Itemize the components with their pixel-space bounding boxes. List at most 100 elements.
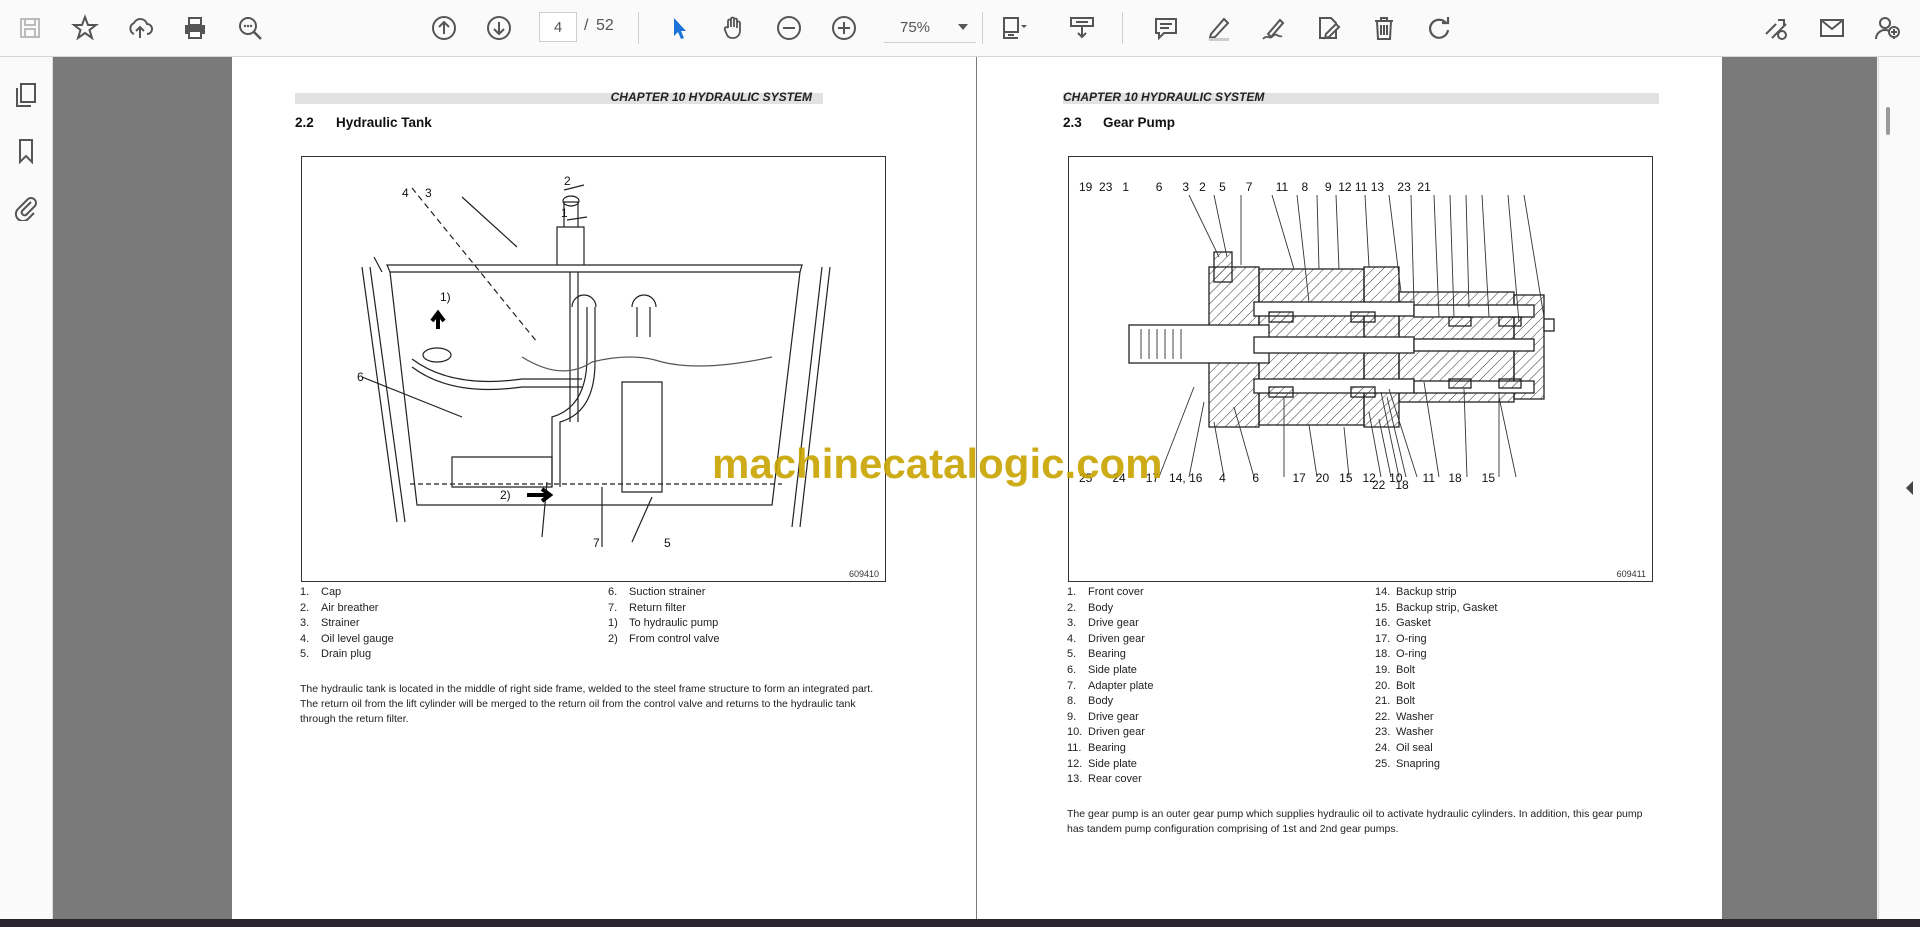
- draw-sign-icon[interactable]: [1256, 10, 1292, 46]
- legend-item: 13. Rear cover: [1067, 773, 1142, 786]
- legend-item: 7. Adapter plate: [1067, 679, 1154, 692]
- legend-item: 5. Drain plug: [300, 648, 372, 661]
- zoom-value: 75%: [900, 19, 931, 36]
- description-paragraph: The hydraulic tank is located in the mid…: [300, 683, 874, 725]
- legend-item: 18. O-ring: [1375, 648, 1427, 661]
- select-cursor-icon[interactable]: [661, 10, 697, 46]
- legend-item: 9. Drive gear: [1067, 710, 1139, 723]
- total-pages: 52: [596, 17, 614, 34]
- search-zoom-icon[interactable]: [232, 10, 268, 46]
- legend-item: 6. Suction strainer: [608, 586, 706, 598]
- legend-item: 1. Front cover: [1067, 586, 1144, 598]
- gear-pump-diagram: 19 23 1 6 3 2 5 7 11 8 9 12 11 13 23 21 …: [1079, 180, 1555, 492]
- toolbar-divider: [638, 12, 639, 44]
- expand-right-panel-icon[interactable]: [1906, 481, 1913, 495]
- callout-3: 3: [425, 186, 432, 200]
- highlight-pen-icon[interactable]: [1201, 10, 1237, 46]
- legend-item: 21. Bolt: [1375, 695, 1415, 708]
- legend-item: 2. Body: [1067, 601, 1114, 614]
- callout-1-paren: 1): [440, 290, 451, 304]
- toolbar: 4 / 52 75%: [0, 0, 1920, 57]
- legend-item: 2. Air breather: [300, 601, 379, 614]
- legend-item: 3. Strainer: [300, 617, 360, 630]
- legend-item: 12. Side plate: [1067, 757, 1137, 770]
- delete-trash-icon[interactable]: [1366, 10, 1402, 46]
- chevron-down-icon: [958, 24, 968, 30]
- callout-4: 4: [402, 186, 409, 200]
- bottom-taskbar-edge: [0, 919, 1920, 927]
- add-user-icon[interactable]: [1869, 10, 1905, 46]
- legend-item: 1) To hydraulic pump: [608, 617, 719, 630]
- bottom-callouts-low: 22 18: [1372, 478, 1409, 492]
- top-callouts: 19 23 1 6 3 2 5 7 11 8 9 12 11 13 23 21: [1079, 180, 1431, 194]
- share-link-icon[interactable]: [1758, 10, 1794, 46]
- next-page-icon[interactable]: [481, 10, 517, 46]
- legend-item: 3. Drive gear: [1067, 617, 1139, 630]
- legend-item: 14. Backup strip: [1375, 586, 1457, 598]
- scrollbar-thumb[interactable]: [1886, 107, 1890, 135]
- right-side-panel: [1878, 57, 1920, 919]
- legend-item: 10. Driven gear: [1067, 726, 1145, 739]
- hydraulic-tank-figure: 2 1 3 4 6 7 5 1) 2) 609410: [301, 156, 886, 582]
- callout-7: 7: [593, 536, 600, 550]
- chapter-header: CHAPTER 10 HYDRAULIC SYSTEM: [610, 90, 812, 104]
- star-bookmark-icon[interactable]: [67, 10, 103, 46]
- watermark: machinecatalogic.com: [712, 440, 1163, 487]
- comment-icon[interactable]: [1148, 10, 1184, 46]
- section-title: Hydraulic Tank: [336, 115, 432, 130]
- edit-document-icon[interactable]: [1310, 10, 1346, 46]
- zoom-in-icon[interactable]: [826, 10, 862, 46]
- callout-6: 6: [357, 370, 364, 384]
- print-icon[interactable]: [177, 10, 213, 46]
- hydraulic-tank-diagram: 2 1 3 4 6 7 5 1) 2): [357, 174, 831, 550]
- legend-item: 1. Cap: [300, 586, 342, 598]
- page-thumbnails-icon[interactable]: [8, 77, 44, 113]
- callout-1: 1: [561, 206, 568, 220]
- legend-item: 16. Gasket: [1375, 617, 1431, 630]
- pdf-page-left: CHAPTER 10 HYDRAULIC SYSTEM 2.2 Hydrauli…: [232, 57, 976, 919]
- zoom-out-icon[interactable]: [771, 10, 807, 46]
- legend-item: 4. Driven gear: [1067, 632, 1145, 645]
- legend-column-1: 1. Front cover 2. Body 3. Drive gear 4. Driv…: [1067, 585, 1153, 788]
- description-paragraph: The gear pump is an outer gear pump whic…: [1067, 808, 1643, 835]
- hand-tool-icon[interactable]: [716, 10, 752, 46]
- toolbar-divider: [1122, 12, 1123, 44]
- section-number: 2.2: [295, 115, 314, 130]
- callout-2-paren: 2): [500, 488, 511, 502]
- scroll-mode-icon[interactable]: [1064, 10, 1100, 46]
- legend-item: 20. Bolt: [1375, 679, 1415, 692]
- legend-column-2: 6. Suction strainer 7. Return filter 1) To …: [608, 585, 719, 647]
- legend-item: 23. Washer: [1375, 726, 1434, 739]
- legend-column-1: 1. Cap 2. Air breather 3. Strainer 4. Oil le…: [300, 585, 394, 663]
- page-number-input[interactable]: 4: [539, 12, 577, 42]
- legend-column-2: 14. Backup strip 15. Backup strip, Gasket …: [1375, 585, 1498, 772]
- callout-2: 2: [564, 174, 571, 188]
- legend-item: 24. Oil seal: [1375, 741, 1433, 754]
- toolbar-divider: [982, 12, 983, 44]
- zoom-select[interactable]: 75%: [884, 12, 976, 43]
- legend-item: 6. Side plate: [1067, 663, 1137, 676]
- legend-item: 2) From control valve: [608, 632, 720, 645]
- left-side-panel: [0, 57, 53, 919]
- legend-item: 22. Washer: [1375, 710, 1434, 723]
- fit-page-icon[interactable]: [995, 10, 1031, 46]
- legend-item: 11. Bearing: [1067, 741, 1126, 754]
- legend-item: 5. Bearing: [1067, 648, 1126, 661]
- legend-item: 19. Bolt: [1375, 663, 1415, 676]
- attachments-paperclip-icon[interactable]: [8, 189, 44, 225]
- callout-5: 5: [664, 536, 671, 550]
- email-icon[interactable]: [1814, 10, 1850, 46]
- gear-pump-figure: 19 23 1 6 3 2 5 7 11 8 9 12 11 13 23 21 …: [1068, 156, 1653, 582]
- chapter-header: CHAPTER 10 HYDRAULIC SYSTEM: [1063, 90, 1265, 104]
- section-number: 2.3: [1063, 115, 1082, 130]
- save-icon[interactable]: [12, 10, 48, 46]
- pdf-page-right: CHAPTER 10 HYDRAULIC SYSTEM 2.3 Gear Pum…: [977, 57, 1722, 919]
- legend-item: 4. Oil level gauge: [300, 632, 394, 645]
- legend-item: 7. Return filter: [608, 601, 686, 614]
- upload-cloud-icon[interactable]: [122, 10, 158, 46]
- legend-item: 25. Snapring: [1375, 757, 1441, 770]
- previous-page-icon[interactable]: [426, 10, 462, 46]
- rotate-redo-icon[interactable]: [1421, 10, 1457, 46]
- legend-item: 17. O-ring: [1375, 632, 1427, 645]
- bookmarks-icon[interactable]: [8, 133, 44, 169]
